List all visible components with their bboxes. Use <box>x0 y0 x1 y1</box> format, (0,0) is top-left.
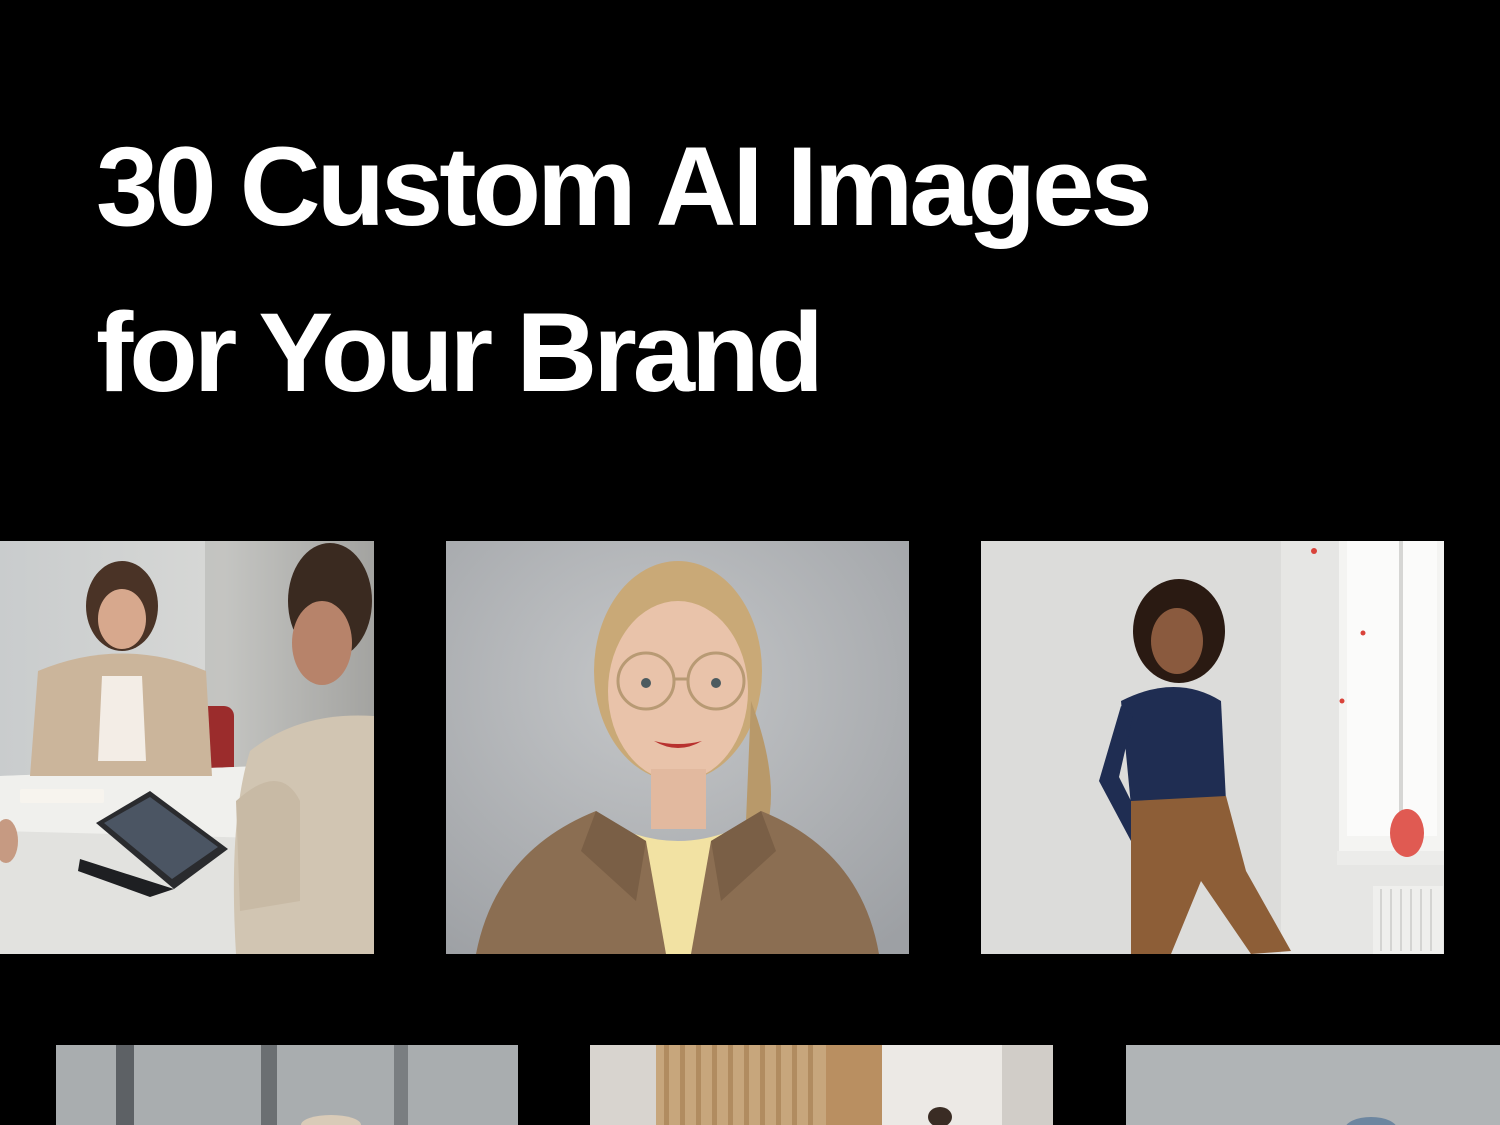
gallery-image-meeting[interactable] <box>0 541 374 954</box>
headline-line-1: 30 Custom AI Images <box>96 124 1153 249</box>
gallery-image-portrait[interactable] <box>446 541 909 954</box>
headline-line-2: for Your Brand <box>96 290 824 415</box>
gallery-image-window[interactable] <box>56 1045 518 1125</box>
window-photo <box>56 1045 518 1125</box>
office-hallway-photo <box>590 1045 1053 1125</box>
wall-portrait-photo <box>981 541 1444 954</box>
meeting-photo <box>0 541 374 954</box>
headline: 30 Custom AI Images for Your Brand <box>96 104 1153 436</box>
gallery-image-wall-portrait[interactable] <box>981 541 1444 954</box>
gallery-image-grey-interior[interactable] <box>1126 1045 1500 1125</box>
portrait-photo <box>446 541 909 954</box>
grey-interior-photo <box>1126 1045 1500 1125</box>
gallery-image-office-hallway[interactable] <box>590 1045 1053 1125</box>
